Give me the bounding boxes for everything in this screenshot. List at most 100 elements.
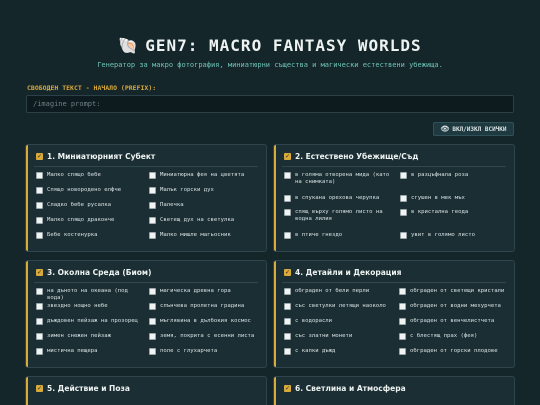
option-checkbox[interactable] xyxy=(399,333,406,340)
option-item[interactable]: в спукана орехова черупка xyxy=(284,195,394,202)
option-checkbox[interactable] xyxy=(36,318,43,325)
section-title: 3. Околна Среда (Биом) xyxy=(47,268,152,277)
option-checkbox[interactable] xyxy=(284,318,291,325)
toggle-all-button[interactable]: 👁 ВКЛ/ИЗКЛ ВСИЧКИ xyxy=(433,122,514,136)
option-item[interactable]: със златни монети xyxy=(284,333,394,340)
option-label: мъглявина в дълбокия космос xyxy=(160,318,251,324)
option-item[interactable]: обграден от горски плодове xyxy=(399,348,513,355)
option-item[interactable]: в кристална геода xyxy=(400,209,510,216)
option-item[interactable]: мистична пещера xyxy=(36,348,144,355)
option-item[interactable]: обграден от водни мехурчета xyxy=(399,303,513,310)
option-checkbox[interactable] xyxy=(284,232,291,239)
option-checkbox[interactable] xyxy=(36,303,43,310)
option-item[interactable]: звездно нощно небе xyxy=(36,303,144,310)
option-checkbox[interactable] xyxy=(36,202,43,209)
option-item[interactable]: Бебе костенурка xyxy=(36,232,144,239)
option-checkbox[interactable] xyxy=(400,232,407,239)
option-item[interactable]: Малко мишле магьосник xyxy=(149,232,261,239)
option-item[interactable]: дъждовен пейзаж на прозорец xyxy=(36,318,144,325)
option-checkbox[interactable] xyxy=(149,318,156,325)
option-checkbox[interactable] xyxy=(284,303,291,310)
option-checkbox[interactable] xyxy=(400,209,407,216)
option-checkbox[interactable] xyxy=(399,348,406,355)
option-item[interactable]: Малко спящо бебе xyxy=(36,172,144,179)
option-checkbox[interactable] xyxy=(284,348,291,355)
option-item[interactable]: Малко спящо драконче xyxy=(36,217,144,224)
option-item[interactable]: обграден от венчелистчета xyxy=(399,318,513,325)
option-checkbox[interactable] xyxy=(36,217,43,224)
option-item[interactable]: сгушен в мек мъх xyxy=(400,195,510,202)
option-checkbox[interactable] xyxy=(284,288,291,295)
option-checkbox[interactable] xyxy=(149,348,156,355)
option-checkbox[interactable] xyxy=(149,172,156,179)
option-checkbox[interactable] xyxy=(149,232,156,239)
option-checkbox[interactable] xyxy=(149,333,156,340)
option-item[interactable]: Светещ дух на светулка xyxy=(149,217,261,224)
divider xyxy=(34,166,258,167)
option-item[interactable]: поле с глухарчета xyxy=(149,348,263,355)
option-label: слънчева пролетна градина xyxy=(160,303,245,309)
option-item[interactable]: Малък горски дух xyxy=(149,187,261,194)
option-item[interactable]: с блестящ прах (фея) xyxy=(399,333,513,340)
option-item[interactable]: слънчева пролетна градина xyxy=(149,303,263,310)
option-checkbox[interactable] xyxy=(36,288,43,295)
section-title: 6. Светлина и Атмосфера xyxy=(295,384,406,393)
option-item[interactable]: обграден от бели перли xyxy=(284,288,394,295)
option-checkbox[interactable] xyxy=(36,348,43,355)
section-header[interactable]: ✓ 1. Миниатюрният Субект xyxy=(36,152,155,161)
option-item[interactable]: в птиче гнездо xyxy=(284,232,394,239)
option-item[interactable]: мъглявина в дълбокия космос xyxy=(149,318,263,325)
option-item[interactable]: спящ върху голямо листо на водна лилия xyxy=(284,209,394,223)
option-item[interactable]: обграден от светещи кристали xyxy=(399,288,513,295)
option-item[interactable]: магическа древна гора xyxy=(149,288,263,295)
option-label: Спящо новородено елфче xyxy=(47,187,122,193)
option-checkbox[interactable] xyxy=(400,195,407,202)
prefix-input[interactable] xyxy=(26,95,514,113)
option-item[interactable]: със светулки летящи наоколо xyxy=(284,303,394,310)
option-item[interactable]: с водорасли xyxy=(284,318,394,325)
option-checkbox[interactable] xyxy=(149,303,156,310)
section-header[interactable]: ✓ 2. Естествено Убежище/Съд xyxy=(284,152,418,161)
section-checkbox[interactable]: ✓ xyxy=(284,153,291,160)
option-item[interactable]: в разцъфнала роза xyxy=(400,172,510,179)
option-item[interactable]: зимен снежен пейзаж xyxy=(36,333,144,340)
section-checkbox[interactable]: ✓ xyxy=(36,153,43,160)
option-label: обграден от горски плодове xyxy=(410,348,498,354)
option-checkbox[interactable] xyxy=(399,318,406,325)
option-checkbox[interactable] xyxy=(284,195,291,202)
section-checkbox[interactable]: ✓ xyxy=(36,385,43,392)
option-label: обграден от светещи кристали xyxy=(410,288,505,294)
option-checkbox[interactable] xyxy=(284,209,291,216)
option-checkbox[interactable] xyxy=(149,202,156,209)
option-checkbox[interactable] xyxy=(284,172,291,179)
option-item[interactable]: на дъното на океана (под вода) xyxy=(36,288,144,302)
option-item[interactable]: Миниатюрна фея на цветята xyxy=(149,172,261,179)
option-checkbox[interactable] xyxy=(36,333,43,340)
section-header[interactable]: ✓ 5. Действие и Поза xyxy=(36,384,130,393)
option-checkbox[interactable] xyxy=(149,217,156,224)
option-label: спящ върху голямо листо на водна лилия xyxy=(295,209,383,222)
option-checkbox[interactable] xyxy=(36,187,43,194)
section-header[interactable]: ✓ 3. Околна Среда (Биом) xyxy=(36,268,151,277)
option-checkbox[interactable] xyxy=(399,288,406,295)
option-item[interactable]: с капки дъжд xyxy=(284,348,394,355)
option-item[interactable]: Сладко бебе русалка xyxy=(36,202,144,209)
option-item[interactable]: увит в голямо листо xyxy=(400,232,510,239)
option-item[interactable]: Спящо новородено елфче xyxy=(36,187,144,194)
option-checkbox[interactable] xyxy=(399,303,406,310)
option-checkbox[interactable] xyxy=(149,187,156,194)
option-checkbox[interactable] xyxy=(36,232,43,239)
section-checkbox[interactable]: ✓ xyxy=(36,269,43,276)
option-item[interactable]: в голяма отворена мида (като на снимката… xyxy=(284,172,394,186)
option-checkbox[interactable] xyxy=(400,172,407,179)
option-item[interactable]: земя, покрита с есенни листа xyxy=(149,333,263,340)
option-checkbox[interactable] xyxy=(36,172,43,179)
section-checkbox[interactable]: ✓ xyxy=(284,385,291,392)
option-checkbox[interactable] xyxy=(284,333,291,340)
option-item[interactable]: Палечка xyxy=(149,202,261,209)
section-header[interactable]: ✓ 4. Детайли и Декорация xyxy=(284,268,401,277)
section-header[interactable]: ✓ 6. Светлина и Атмосфера xyxy=(284,384,406,393)
option-checkbox[interactable] xyxy=(149,288,156,295)
section-checkbox[interactable]: ✓ xyxy=(284,269,291,276)
section-title: 4. Детайли и Декорация xyxy=(295,268,402,277)
